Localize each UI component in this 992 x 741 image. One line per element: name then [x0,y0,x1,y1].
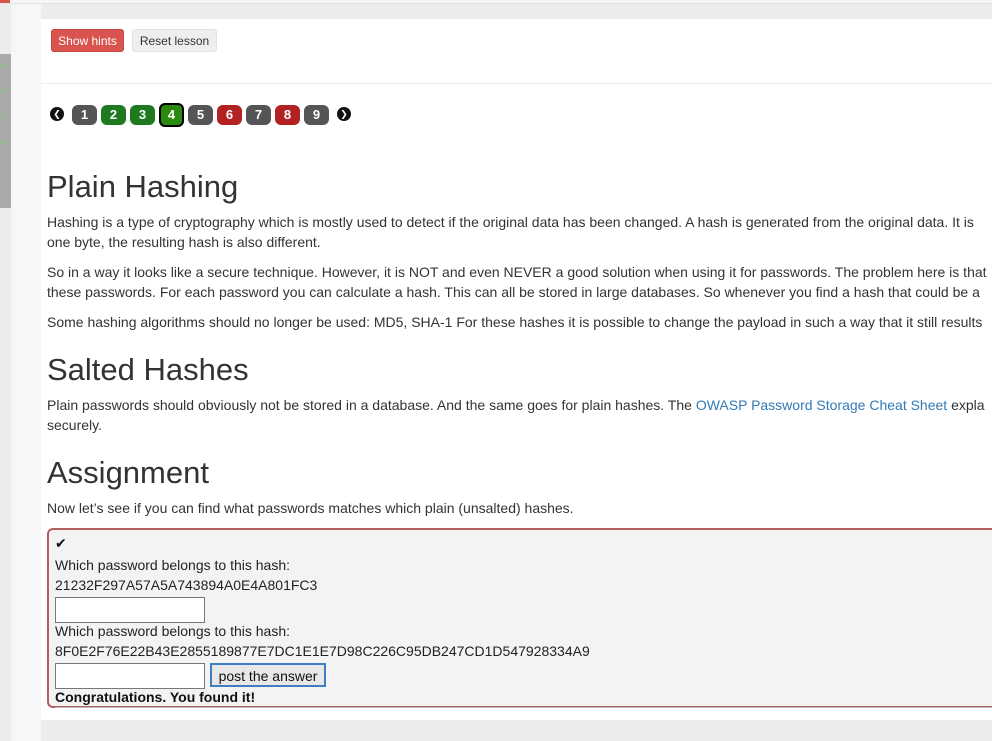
password-2-input[interactable] [55,663,205,689]
page-6-button[interactable]: 6 [217,105,242,125]
page-7-button[interactable]: 7 [246,105,271,125]
question-1-hash: 21232F297A57A5A743894A0E4A801FC3 [55,577,318,593]
assignment-form: ✔ Which password belongs to this hash: 2… [47,528,992,708]
section-title-plain-hashing: Plain Hashing [47,169,239,204]
post-answer-button[interactable]: post the answer [210,663,326,687]
reset-lesson-button[interactable]: Reset lesson [132,29,217,52]
paragraph-line: securely. [47,417,102,433]
page-4-button[interactable]: 4 [159,103,184,127]
section-title-salted-hashes: Salted Hashes [47,352,249,387]
owasp-cheat-sheet-link[interactable]: OWASP Password Storage Cheat Sheet [696,397,947,413]
next-page-icon[interactable]: ❯ [337,107,351,121]
paragraph-line: Hashing is a type of cryptography which … [47,214,974,230]
page-2-button[interactable]: 2 [101,105,126,125]
page-1-button[interactable]: 1 [72,105,97,125]
lesson-card: Show hints Reset lesson ❮ 1 2 3 4 5 6 7 … [41,19,992,720]
section-title-assignment: Assignment [47,455,209,490]
question-1-label: Which password belongs to this hash: [55,557,291,573]
feedback-message: Congratulations. You found it! [55,689,256,705]
top-accent [0,0,10,3]
paragraph-line: one byte, the resulting hash is also dif… [47,234,321,250]
question-2-hash: 8F0E2F76E22B43E2855189877E7DC1E1E7D98C22… [55,643,590,659]
divider [41,83,992,84]
page-5-button[interactable]: 5 [188,105,213,125]
check-icon: ✔ [55,535,67,551]
paragraph-line: Some hashing algorithms should no longer… [47,314,983,330]
paragraph-line: Plain passwords should obviously not be … [47,395,985,415]
paragraph-line: these passwords. For each password you c… [47,284,980,300]
paragraph-text: expla [947,397,985,413]
page-8-button[interactable]: 8 [275,105,300,125]
paragraph-text: Plain passwords should obviously not be … [47,397,696,413]
paragraph-line: Now let’s see if you can find what passw… [47,500,574,516]
lesson-sidebar-strip[interactable]: ✓ ✓ ✓ ✓ [0,54,11,208]
show-hints-button[interactable]: Show hints [51,29,124,52]
page-9-button[interactable]: 9 [304,105,329,125]
top-bar [0,0,992,4]
completed-check-icon: ✓ [0,60,10,72]
completed-check-icon: ✓ [0,137,10,149]
completed-check-icon: ✓ [0,111,10,123]
page-3-button[interactable]: 3 [130,105,155,125]
password-1-input[interactable] [55,597,205,623]
prev-page-icon[interactable]: ❮ [50,107,64,121]
divider [55,707,992,708]
page-gutter [11,4,41,741]
completed-check-icon: ✓ [0,85,10,97]
question-2-label: Which password belongs to this hash: [55,623,291,639]
paragraph-line: So in a way it looks like a secure techn… [47,264,987,280]
